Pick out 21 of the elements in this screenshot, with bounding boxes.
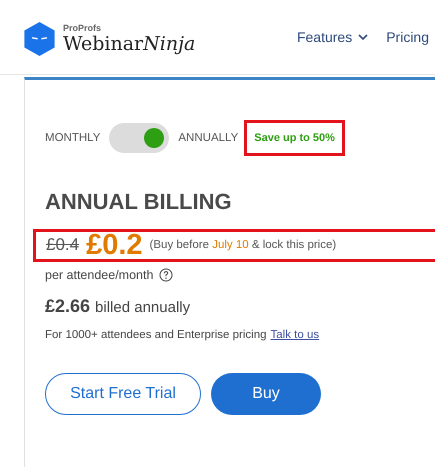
old-price: £0.4 (46, 235, 80, 255)
trial-button[interactable]: Start Free Trial (45, 373, 201, 415)
plan-title: ANNUAL BILLING (45, 189, 233, 215)
toggle-label: ANNUALLY (178, 132, 238, 144)
toggle-label: MONTHLY (45, 132, 100, 144)
brand-name: WebinarNinja (63, 33, 196, 55)
brand-subtitle: ProProfs (63, 23, 102, 33)
ninja-logo-icon (24, 22, 55, 56)
billing-note: billed annually (95, 299, 190, 316)
help-icon[interactable] (159, 268, 174, 282)
billing-switch[interactable] (109, 123, 170, 153)
price: £0.2 (86, 228, 143, 262)
enterprise-text: For 1000+ attendees and Enterprise pricing (45, 329, 267, 341)
nav-link[interactable]: Pricing (386, 29, 429, 45)
total-price: £2.66 (45, 296, 90, 317)
contact-link[interactable]: Talk to us (270, 329, 320, 341)
buy-button[interactable]: Buy (211, 373, 321, 415)
nav-link[interactable]: Features (296, 29, 368, 45)
unit-text: per attendee/month (45, 268, 154, 282)
discount-text: Save up to 50% (244, 120, 345, 156)
price-note: (Buy before July 10 & lock this price) (150, 239, 336, 251)
